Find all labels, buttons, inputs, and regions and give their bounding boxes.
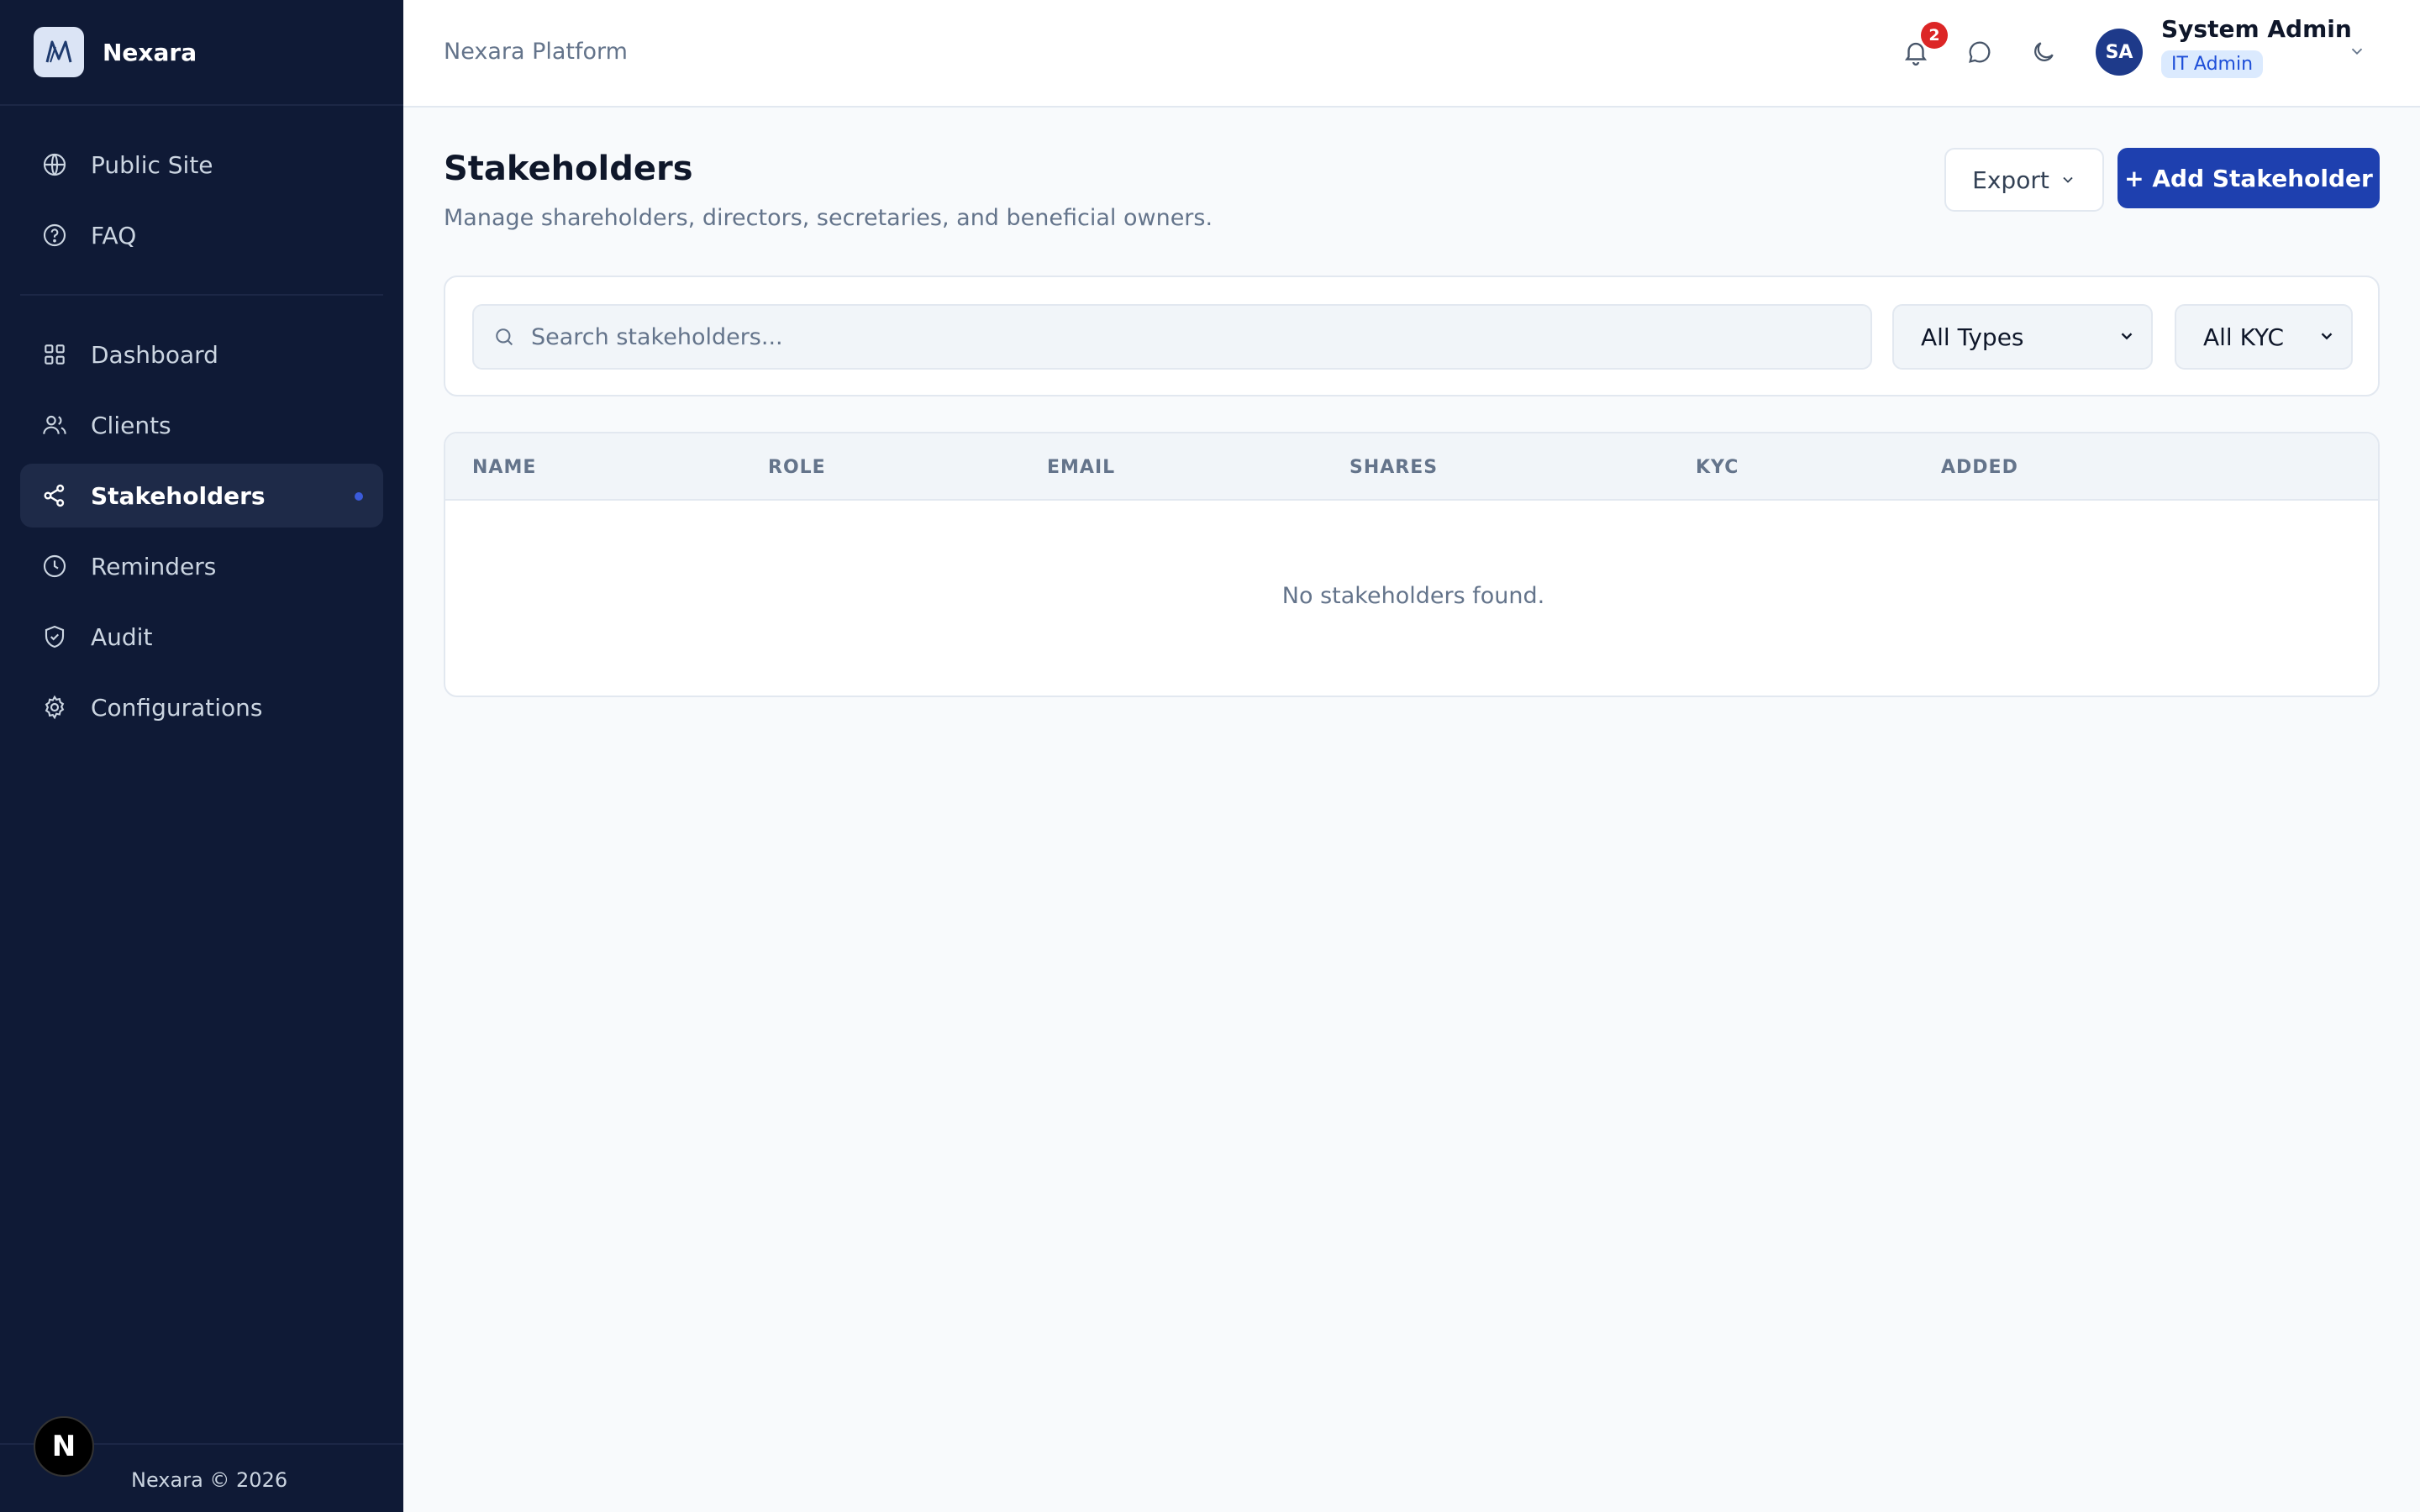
chevron-down-icon [2317,323,2336,351]
sidebar-item-faq[interactable]: FAQ [20,203,383,267]
active-indicator-dot [355,492,363,501]
sidebar-item-label: Audit [91,622,153,651]
column-header-added[interactable]: ADDED [1941,457,2018,478]
shield-check-icon [40,622,69,651]
export-button[interactable]: Export [1944,148,2104,212]
table-header-row: NAME ROLE EMAIL SHARES KYC ADDED [445,433,2378,501]
sidebar-main-nav: Dashboard Clients Stakeholders Reminders [0,296,403,739]
kyc-filter-value: All KYC [2203,323,2285,351]
dev-tools-badge[interactable]: N [34,1416,94,1477]
column-header-name[interactable]: NAME [472,457,536,478]
column-header-role[interactable]: ROLE [768,457,826,478]
sidebar-item-audit[interactable]: Audit [20,605,383,669]
users-icon [40,411,69,439]
sidebar-item-label: Stakeholders [91,481,266,510]
user-role-badge: IT Admin [2161,50,2264,78]
sidebar-item-stakeholders[interactable]: Stakeholders [20,464,383,528]
chat-bubble-icon[interactable] [1963,35,1996,69]
page-title: Stakeholders [444,150,693,188]
sidebar-item-reminders[interactable]: Reminders [20,534,383,598]
sidebar: Nexara Public Site FAQ Dashboard Clients… [0,0,403,1512]
sidebar-item-label: Reminders [91,552,217,580]
stakeholders-table: NAME ROLE EMAIL SHARES KYC ADDED No stak… [444,432,2380,697]
sidebar-item-label: Dashboard [91,340,218,369]
avatar[interactable]: SA [2096,29,2143,76]
help-circle-icon [40,221,69,249]
kyc-filter-select[interactable]: All KYC [2175,304,2353,370]
empty-state-message: No stakeholders found. [1281,583,1545,609]
user-name[interactable]: System Admin [2161,15,2352,43]
sidebar-item-configurations[interactable]: Configurations [20,675,383,739]
chevron-down-icon [2118,323,2136,351]
gear-icon [40,693,69,722]
sidebar-item-dashboard[interactable]: Dashboard [20,323,383,386]
globe-icon [40,150,69,179]
copyright-text: Nexara © 2026 [131,1468,288,1492]
sidebar-item-label: FAQ [91,221,137,249]
platform-title: Nexara Platform [444,39,628,65]
add-stakeholder-button[interactable]: + Add Stakeholder [2118,148,2380,208]
sidebar-top-nav: Public Site FAQ [20,106,383,296]
column-header-shares[interactable]: SHARES [1349,457,1438,478]
type-filter-select[interactable]: All Types [1892,304,2153,370]
filter-bar: All Types All KYC [444,276,2380,396]
search-icon [492,325,516,349]
sidebar-item-label: Public Site [91,150,213,179]
notification-count-badge: 2 [1921,22,1948,49]
sidebar-item-label: Clients [91,411,171,439]
brand[interactable]: Nexara [0,0,403,106]
type-filter-value: All Types [1921,323,2024,351]
nexara-logo-icon [34,27,84,77]
clock-icon [40,552,69,580]
column-header-kyc[interactable]: KYC [1696,457,1739,478]
sidebar-item-label: Configurations [91,693,263,722]
search-box[interactable] [472,304,1872,370]
page-subtitle: Manage shareholders, directors, secretar… [444,205,1213,231]
sidebar-item-clients[interactable]: Clients [20,393,383,457]
chevron-down-icon[interactable] [2344,39,2370,64]
export-button-label: Export [1972,165,2049,194]
top-header: Nexara Platform 2 SA System Admin IT Adm… [403,0,2420,108]
sidebar-item-public-site[interactable]: Public Site [20,133,383,197]
brand-name: Nexara [103,38,197,66]
moon-icon[interactable] [2027,35,2060,69]
search-input[interactable] [531,323,1870,350]
column-header-email[interactable]: EMAIL [1047,457,1115,478]
chevron-down-icon [2060,171,2076,188]
share-icon [40,481,69,510]
grid-icon [40,340,69,369]
